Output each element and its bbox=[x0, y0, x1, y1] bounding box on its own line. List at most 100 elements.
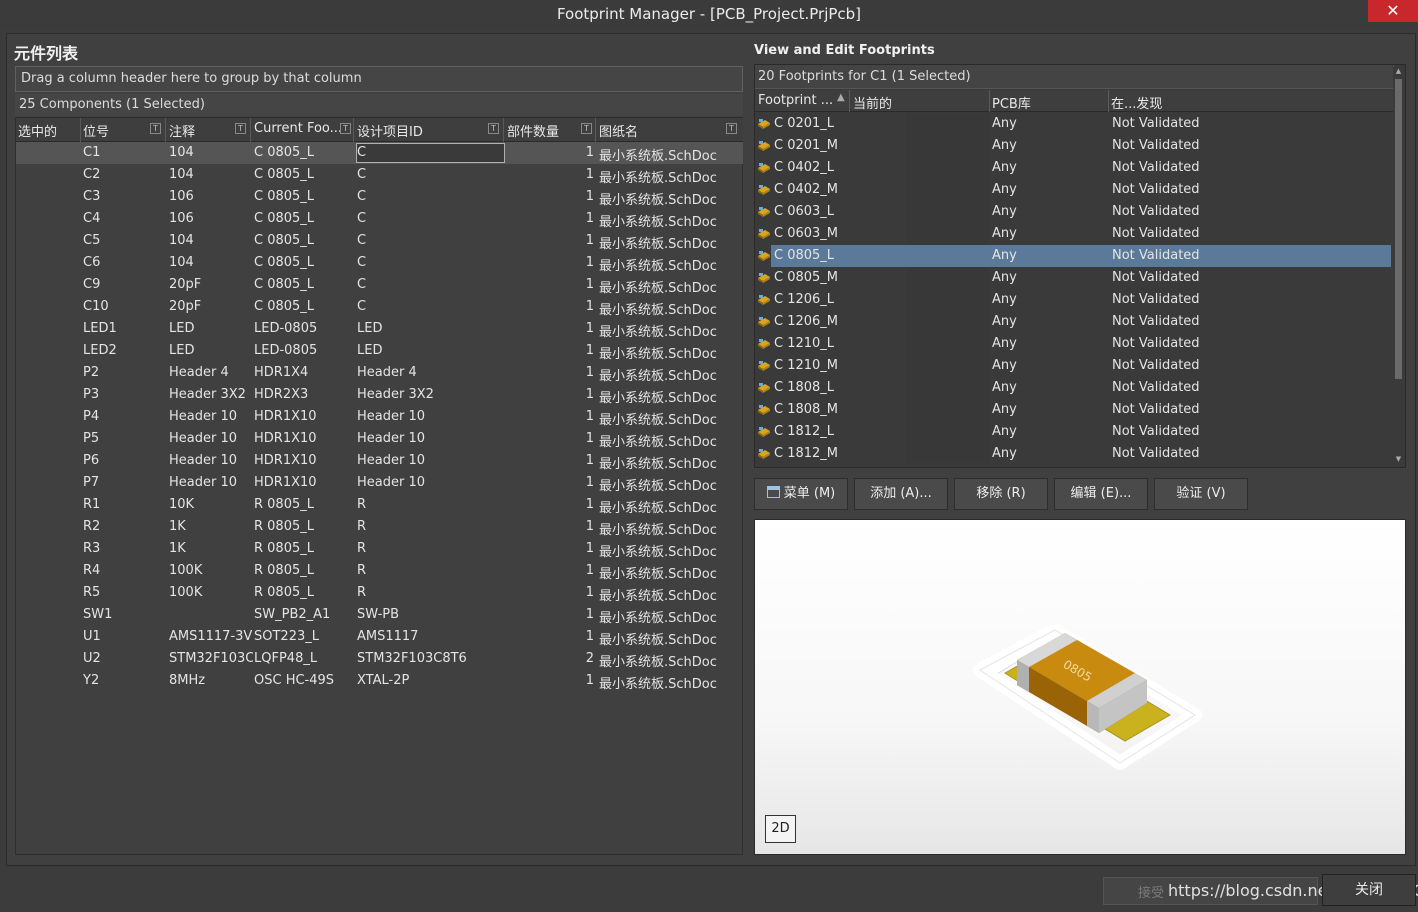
remove-footprint-button[interactable]: 移除 (R) bbox=[954, 478, 1048, 510]
footprint-row[interactable]: C 0805_L Any Not Validated bbox=[755, 245, 1393, 267]
cell-footprint-name: C 0201_M bbox=[774, 138, 839, 153]
footprint-row[interactable]: C 0402_M Any Not Validated bbox=[755, 179, 1393, 201]
cell-sheet-name: 最小系统板.SchDoc bbox=[599, 325, 717, 340]
cell-found-in: Not Validated bbox=[1112, 226, 1200, 241]
edit-footprint-button[interactable]: 编辑 (E)... bbox=[1054, 478, 1148, 510]
col-header-current[interactable]: 当前的 bbox=[853, 93, 913, 112]
filter-icon[interactable]: T bbox=[581, 123, 592, 134]
filter-icon[interactable]: T bbox=[726, 123, 737, 134]
footprint-row[interactable]: C 0805_M Any Not Validated bbox=[755, 267, 1393, 289]
cell-pcb-library: Any bbox=[992, 138, 1017, 153]
column-divider[interactable] bbox=[503, 118, 504, 142]
table-row[interactable]: C3 106 C 0805_L C 1 最小系统板.SchDoc bbox=[16, 186, 743, 208]
column-divider[interactable] bbox=[989, 90, 990, 112]
table-row[interactable]: C6 104 C 0805_L C 1 最小系统板.SchDoc bbox=[16, 252, 743, 274]
cell-pcb-library: Any bbox=[992, 248, 1017, 263]
add-footprint-button[interactable]: 添加 (A)... bbox=[854, 478, 948, 510]
table-row[interactable]: Y2 8MHz OSC HC-49S XTAL-2P 1 最小系统板.SchDoc bbox=[16, 670, 743, 692]
scroll-up-icon[interactable]: ▲ bbox=[1394, 67, 1403, 76]
cell-designator: R3 bbox=[83, 541, 101, 556]
footprint-row[interactable]: C 1206_L Any Not Validated bbox=[755, 289, 1393, 311]
table-row[interactable]: C5 104 C 0805_L C 1 最小系统板.SchDoc bbox=[16, 230, 743, 252]
cell-design-item-id: Header 3X2 bbox=[357, 387, 434, 402]
cell-design-item-id: LED bbox=[357, 321, 383, 336]
col-header-sheet-name[interactable]: 图纸名 bbox=[599, 121, 719, 140]
col-header-part-count[interactable]: 部件数量 bbox=[507, 121, 577, 140]
menu-button[interactable]: 菜单 (M) bbox=[754, 478, 848, 510]
column-divider[interactable] bbox=[353, 118, 354, 142]
cell-design-item-id: Header 10 bbox=[357, 475, 426, 490]
cell-sheet-name: 最小系统板.SchDoc bbox=[599, 281, 717, 296]
column-divider[interactable] bbox=[595, 118, 596, 142]
cell-part-count: 1 bbox=[585, 629, 594, 644]
column-divider[interactable] bbox=[165, 118, 166, 142]
table-row[interactable]: LED2 LED LED-0805 LED 1 最小系统板.SchDoc bbox=[16, 340, 743, 362]
table-row[interactable]: C1 104 C 0805_L C 1 最小系统板.SchDoc bbox=[16, 142, 743, 164]
table-row[interactable]: P6 Header 10 HDR1X10 Header 10 1 最小系统板.SchDoc bbox=[16, 450, 743, 472]
close-button[interactable]: 关闭 bbox=[1322, 874, 1416, 906]
table-row[interactable]: R3 1K R 0805_L R 1 最小系统板.SchDoc bbox=[16, 538, 743, 560]
window-close-icon[interactable]: ✕ bbox=[1368, 0, 1418, 22]
filter-icon[interactable]: T bbox=[235, 123, 246, 134]
col-header-comment[interactable]: 注释 bbox=[169, 121, 229, 140]
footprint-row[interactable]: C 0201_M Any Not Validated bbox=[755, 135, 1393, 157]
validate-button[interactable]: 验证 (V) bbox=[1154, 478, 1248, 510]
footprint-row[interactable]: C 1812_L Any Not Validated bbox=[755, 421, 1393, 443]
table-row[interactable]: P4 Header 10 HDR1X10 Header 10 1 最小系统板.SchDoc bbox=[16, 406, 743, 428]
col-header-design-item-id[interactable]: 设计项目ID bbox=[357, 121, 477, 140]
cell-designator: C9 bbox=[83, 277, 101, 292]
table-row[interactable]: P3 Header 3X2 HDR2X3 Header 3X2 1 最小系统板.SchDo… bbox=[16, 384, 743, 406]
col-header-selected[interactable]: 选中的 bbox=[18, 121, 80, 140]
menu-icon bbox=[766, 486, 780, 498]
cell-part-count: 1 bbox=[585, 233, 594, 248]
col-header-pcb-library[interactable]: PCB库 bbox=[992, 93, 1092, 112]
cell-design-item-id: R bbox=[357, 519, 367, 534]
table-row[interactable]: SW1 SW_PB2_A1 SW-PB 1 最小系统板.SchDoc bbox=[16, 604, 743, 626]
table-row[interactable]: C2 104 C 0805_L C 1 最小系统板.SchDoc bbox=[16, 164, 743, 186]
footprint-3d-preview[interactable]: 0805 2D bbox=[754, 519, 1406, 855]
table-row[interactable]: P7 Header 10 HDR1X10 Header 10 1 最小系统板.SchDoc bbox=[16, 472, 743, 494]
col-header-designator[interactable]: 位号 bbox=[83, 121, 143, 140]
table-row[interactable]: R2 1K R 0805_L R 1 最小系统板.SchDoc bbox=[16, 516, 743, 538]
cell-sheet-name: 最小系统板.SchDoc bbox=[599, 259, 717, 274]
footprint-row[interactable]: C 0402_L Any Not Validated bbox=[755, 157, 1393, 179]
cell-sheet-name: 最小系统板.SchDoc bbox=[599, 633, 717, 648]
footprint-row[interactable]: C 0603_L Any Not Validated bbox=[755, 201, 1393, 223]
footprint-row[interactable]: C 0201_L Any Not Validated bbox=[755, 113, 1393, 135]
footprint-row[interactable]: C 1210_L Any Not Validated bbox=[755, 333, 1393, 355]
column-divider[interactable] bbox=[80, 118, 81, 142]
scrollbar-thumb[interactable] bbox=[1395, 79, 1402, 379]
group-by-area[interactable]: Drag a column header here to group by th… bbox=[15, 66, 743, 92]
col-header-current-footprint[interactable]: Current Foo... bbox=[254, 121, 340, 136]
col-header-found-in[interactable]: 在...发现 bbox=[1111, 93, 1231, 112]
table-row[interactable]: LED1 LED LED-0805 LED 1 最小系统板.SchDoc bbox=[16, 318, 743, 340]
column-divider[interactable] bbox=[1108, 90, 1109, 112]
column-divider[interactable] bbox=[250, 118, 251, 142]
filter-icon[interactable]: T bbox=[340, 123, 351, 134]
scroll-down-icon[interactable]: ▼ bbox=[1394, 455, 1403, 464]
column-divider[interactable] bbox=[849, 90, 850, 112]
table-row[interactable]: R4 100K R 0805_L R 1 最小系统板.SchDoc bbox=[16, 560, 743, 582]
table-row[interactable]: C10 20pF C 0805_L C 1 最小系统板.SchDoc bbox=[16, 296, 743, 318]
cell-footprint-name: C 0805_M bbox=[774, 270, 839, 285]
table-row[interactable]: P2 Header 4 HDR1X4 Header 4 1 最小系统板.SchDoc bbox=[16, 362, 743, 384]
table-row[interactable]: C4 106 C 0805_L C 1 最小系统板.SchDoc bbox=[16, 208, 743, 230]
view-2d-button[interactable]: 2D bbox=[765, 815, 796, 843]
col-header-footprint[interactable]: Footprint ... bbox=[758, 93, 832, 108]
filter-icon[interactable]: T bbox=[488, 123, 499, 134]
table-row[interactable]: P5 Header 10 HDR1X10 Header 10 1 最小系统板.SchDoc bbox=[16, 428, 743, 450]
filter-icon[interactable]: T bbox=[150, 123, 161, 134]
footprint-row[interactable]: C 0603_M Any Not Validated bbox=[755, 223, 1393, 245]
footprint-row[interactable]: C 1812_M Any Not Validated bbox=[755, 443, 1393, 465]
table-row[interactable]: R5 100K R 0805_L R 1 最小系统板.SchDoc bbox=[16, 582, 743, 604]
cell-design-item-id: R bbox=[357, 585, 367, 600]
table-row[interactable]: R1 10K R 0805_L R 1 最小系统板.SchDoc bbox=[16, 494, 743, 516]
footprint-row[interactable]: C 1808_M Any Not Validated bbox=[755, 399, 1393, 421]
footprint-row[interactable]: C 1808_L Any Not Validated bbox=[755, 377, 1393, 399]
table-row[interactable]: U1 AMS1117-3V SOT223_L AMS1117 1 最小系统板.SchDoc bbox=[16, 626, 743, 648]
footprint-scrollbar[interactable]: ▲ ▼ bbox=[1393, 67, 1404, 465]
table-row[interactable]: C9 20pF C 0805_L C 1 最小系统板.SchDoc bbox=[16, 274, 743, 296]
table-row[interactable]: U2 STM32F103C LQFP48_L STM32F103C8T6 2 最小系统板.… bbox=[16, 648, 743, 670]
footprint-row[interactable]: C 1210_M Any Not Validated bbox=[755, 355, 1393, 377]
footprint-row[interactable]: C 1206_M Any Not Validated bbox=[755, 311, 1393, 333]
